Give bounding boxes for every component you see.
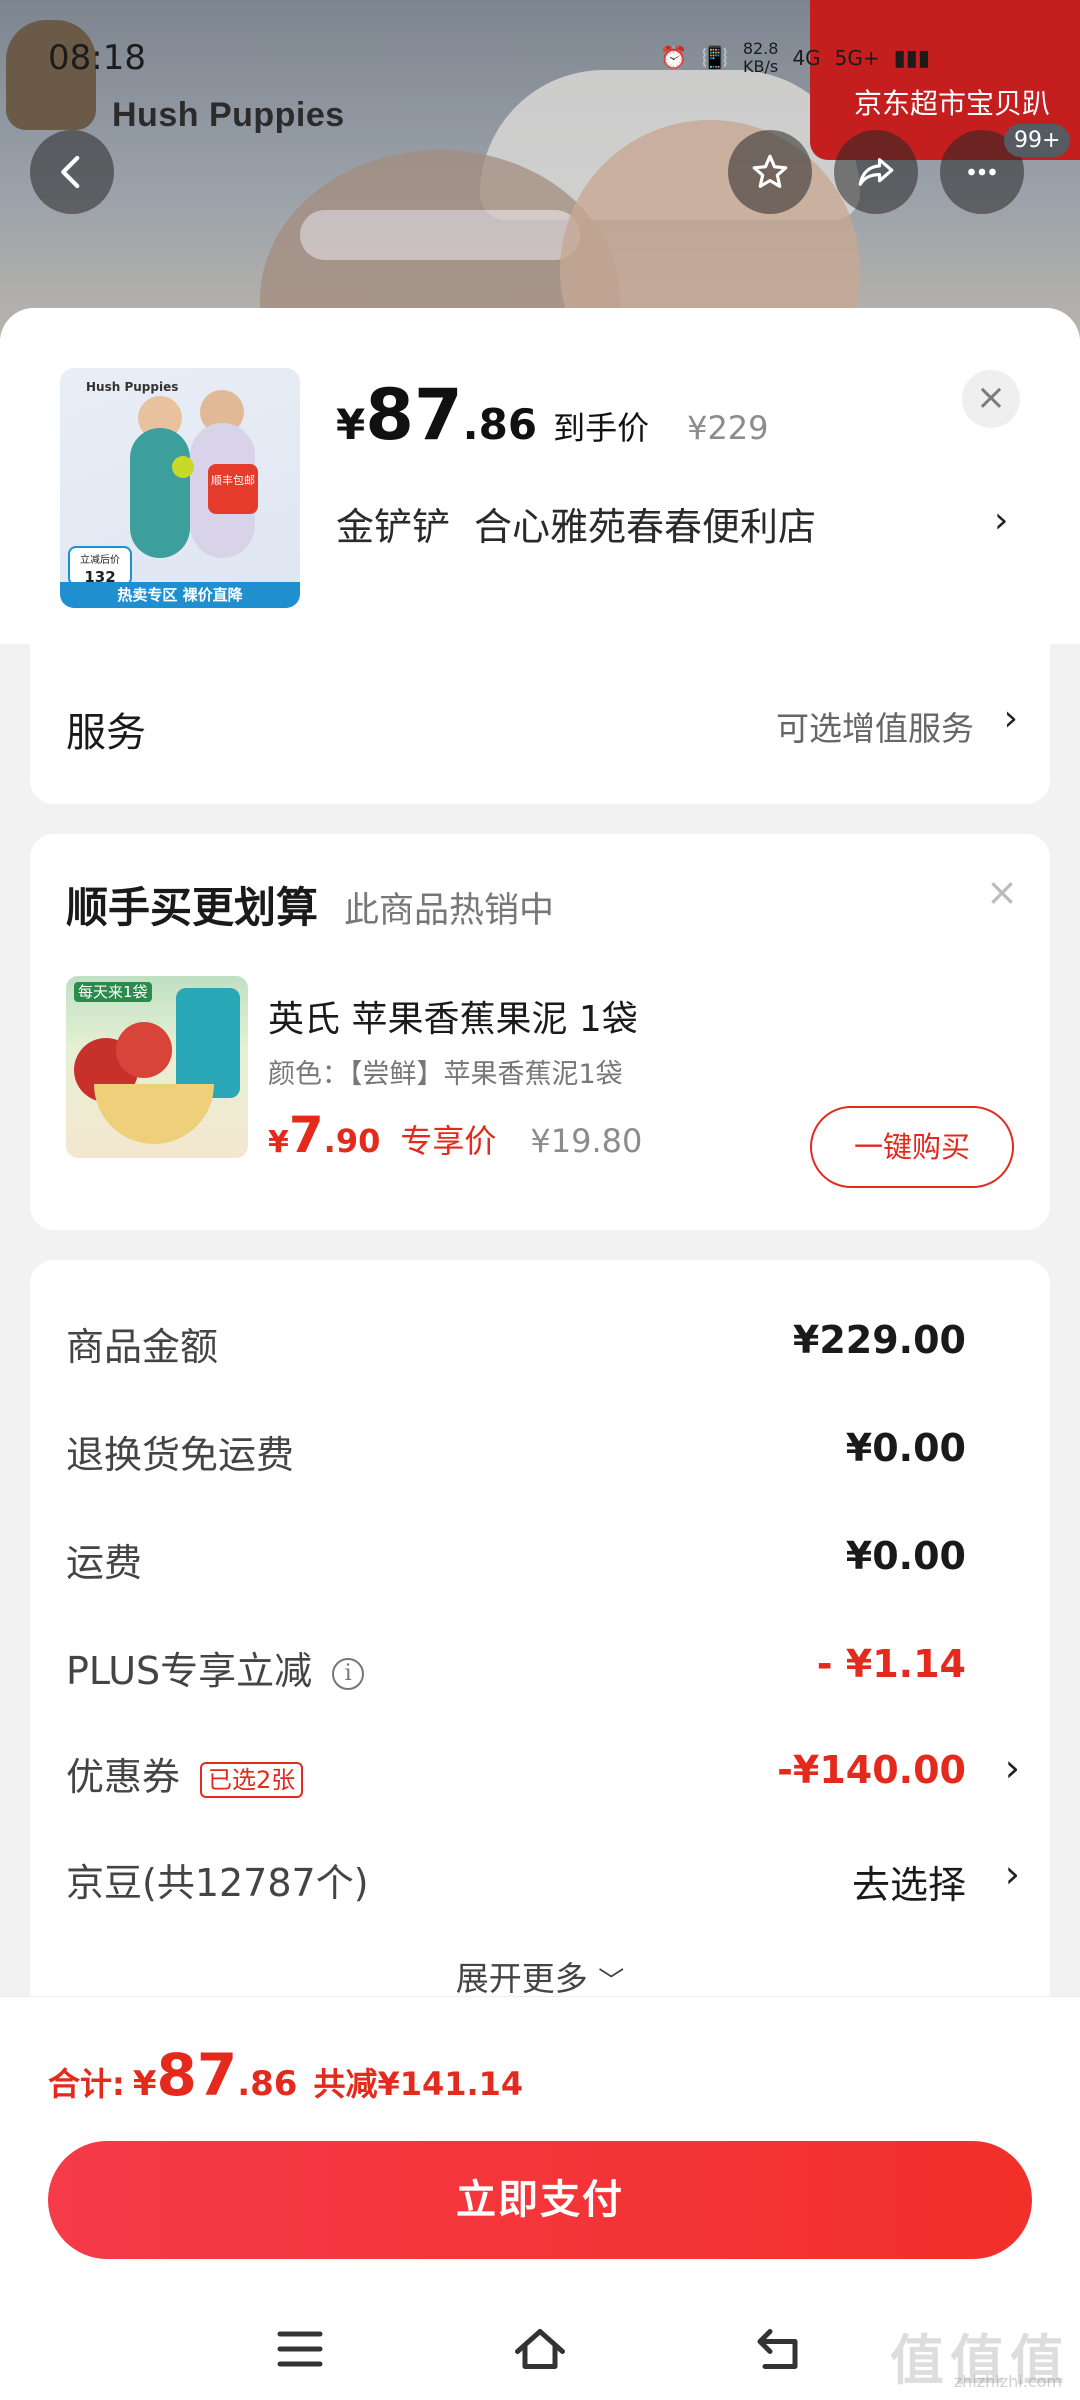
status-time: 08:18	[48, 38, 146, 78]
back-button[interactable]	[30, 130, 114, 214]
addon-item-price: ¥ 7 .90 专享价 ¥19.80	[268, 1106, 643, 1164]
bill-row-goods-amount: 商品金额 ¥229.00	[66, 1318, 966, 1369]
alarm-icon: ⏰	[660, 45, 688, 71]
watermark-url: zhizhizhi.com	[953, 2372, 1062, 2391]
service-title: 服务	[66, 710, 146, 756]
menu-icon[interactable]	[270, 2319, 330, 2379]
vibrate-icon: 📳	[701, 45, 729, 71]
sku-name: 金铲铲	[336, 505, 451, 549]
addon-item-name[interactable]: 英氏 苹果香蕉果泥 1袋	[268, 990, 638, 1042]
store-name: 合心雅苑春春便利店	[474, 505, 817, 549]
chevron-right-icon: ›	[1003, 698, 1018, 739]
bill-row-jingdou[interactable]: 京豆(共12787个) 去选择 ›	[66, 1852, 1026, 1922]
expand-more-button[interactable]: 展开更多 ﹀	[30, 1952, 1050, 2000]
chevron-left-icon	[61, 155, 80, 189]
close-icon[interactable]: ×	[986, 870, 1018, 914]
apple-image	[116, 1022, 172, 1078]
bill-row-coupon[interactable]: 优惠券 已选2张 -¥140.00 ›	[66, 1746, 1026, 1816]
bill-row-return-shipping: 退换货免运费 ¥0.00	[66, 1426, 966, 1477]
total-label: 合计:	[48, 2065, 125, 2103]
close-button[interactable]: ×	[962, 370, 1020, 428]
thumb-price-box: 立减后价 132	[68, 546, 132, 586]
add-on-recommendation: 顺手买更划算 此商品热销中 × 每天来1袋 英氏 苹果香蕉果泥 1袋 颜色：【尝…	[30, 834, 1050, 1230]
addon-price-label: 专享价	[400, 1122, 497, 1160]
addon-item-spec: 颜色：【尝鲜】苹果香蕉泥1袋	[268, 1059, 623, 1090]
addon-image-text: 每天来1袋	[74, 982, 152, 1002]
one-click-buy-button[interactable]: 一键购买	[810, 1106, 1014, 1188]
bill-row-plus-discount: PLUS专享立减 i - ¥1.14	[66, 1642, 966, 1693]
final-price: ¥ 87 .86 到手价 ¥229	[336, 374, 769, 456]
headband	[300, 210, 580, 260]
combo-title: 顺手买更划算	[66, 883, 319, 932]
original-price: ¥229	[687, 409, 769, 447]
bowl-image	[94, 1084, 214, 1144]
puree-pouch-image	[176, 988, 240, 1098]
share-button[interactable]	[834, 130, 918, 214]
chevron-down-icon: ﹀	[598, 1967, 625, 1997]
star-icon	[752, 154, 788, 188]
total-saved: 共减¥141.14	[313, 2065, 524, 2103]
net-speed: 82.8 KB/s	[742, 39, 779, 76]
tennis-ball-icon	[172, 456, 194, 478]
more-dots-icon	[968, 168, 996, 176]
product-thumbnail[interactable]: Hush Puppies 顺丰包邮 立减后价 132 热卖专区 裸价直降	[60, 368, 300, 608]
favorite-button[interactable]	[728, 130, 812, 214]
status-icons: ⏰ 📳 82.8 KB/s 4G 5G+ ▮▮▮	[660, 40, 930, 76]
battery-icon: ▮▮▮	[893, 45, 930, 71]
total-summary: 合计: ¥ 87 .86 共减¥141.14	[48, 2041, 524, 2109]
product-summary: Hush Puppies 顺丰包邮 立减后价 132 热卖专区 裸价直降 ¥ 8…	[0, 308, 1080, 644]
sku-store-selector[interactable]: 金铲铲 合心雅苑春春便利店	[336, 496, 816, 551]
addon-item-image[interactable]: 每天来1袋	[66, 976, 248, 1158]
chevron-right-icon: ›	[994, 500, 1009, 541]
coupon-selected-tag: 已选2张	[200, 1761, 304, 1798]
combo-subtitle: 此商品热销中	[344, 891, 555, 931]
addon-original-price: ¥19.80	[530, 1122, 643, 1160]
final-price-label: 到手价	[553, 409, 650, 447]
info-icon[interactable]: i	[332, 1657, 365, 1690]
close-icon: ×	[975, 377, 1007, 418]
back-nav-icon[interactable]	[750, 2319, 810, 2379]
status-bar: 08:18 ⏰ 📳 82.8 KB/s 4G 5G+ ▮▮▮	[0, 0, 1080, 120]
network-type-2: 5G+	[834, 46, 880, 70]
message-badge: 99+	[1004, 124, 1071, 157]
network-type: 4G	[792, 46, 821, 70]
service-option-label: 可选增值服务	[776, 709, 974, 748]
bill-row-shipping: 运费 ¥0.00	[66, 1534, 966, 1585]
home-icon[interactable]	[510, 2319, 570, 2379]
chevron-right-icon: ›	[1004, 1852, 1020, 1896]
pay-now-button[interactable]: 立即支付	[48, 2141, 1032, 2259]
thumb-bottom-banner: 热卖专区 裸价直降	[60, 582, 300, 608]
share-icon	[858, 158, 894, 186]
thumb-child-1	[130, 428, 190, 558]
chevron-right-icon: ›	[1004, 1746, 1020, 1790]
thumb-badge: 顺丰包邮	[208, 464, 258, 514]
service-row[interactable]: 服务 可选增值服务 ›	[30, 644, 1050, 804]
thumb-logo: Hush Puppies	[86, 380, 179, 394]
